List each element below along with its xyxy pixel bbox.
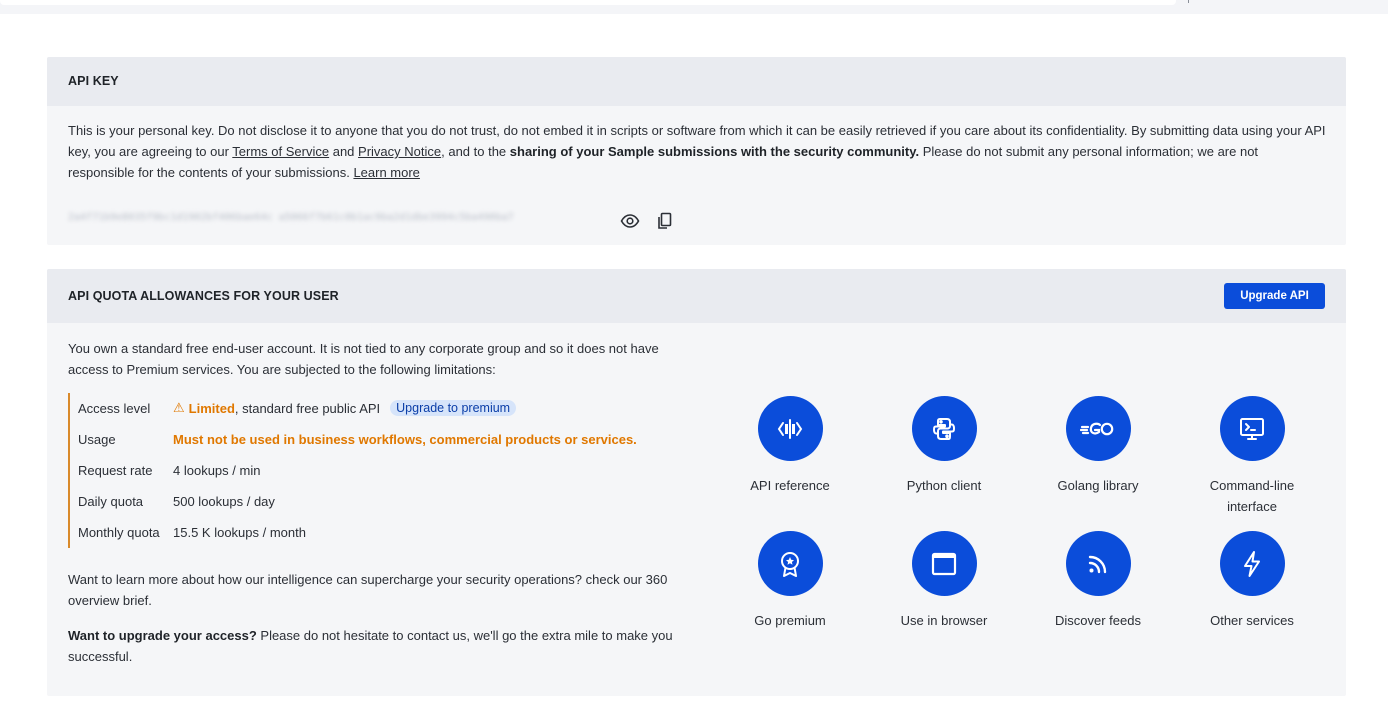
masked-api-key[interactable]: 2a4f71b9e8035f9bc1d1902bf406bae64c a5066… — [68, 212, 514, 223]
limit-label: Usage — [78, 431, 116, 447]
api-key-desc-text: and — [329, 144, 359, 159]
api-key-row: 2a4f71b9e8035f9bc1d1902bf406bae64c a5066… — [68, 210, 688, 232]
api-reference-icon — [757, 396, 823, 461]
rss-feed-icon — [1065, 531, 1131, 596]
top-bar-input — [0, 0, 1176, 5]
limit-row-monthly-quota: Monthly quota 15.5 K lookups / month — [78, 522, 306, 542]
tile-command-line-interface[interactable]: Command-line interface — [1177, 396, 1327, 517]
api-quota-card-header: API QUOTA ALLOWANCES FOR YOUR USER Upgra… — [47, 269, 1346, 323]
tile-label: API reference — [750, 478, 830, 493]
copy-icon[interactable] — [654, 210, 676, 232]
tile-label: Other services — [1210, 613, 1294, 628]
tile-python-client[interactable]: Python client — [869, 396, 1019, 496]
tile-other-services[interactable]: Other services — [1177, 531, 1327, 631]
limit-label: Request rate — [78, 462, 153, 478]
upgrade-access-text: Want to upgrade your access? Please do n… — [68, 625, 680, 667]
limits-list: Access level ⚠ Limited , standard free p… — [68, 393, 670, 548]
monthly-quota-value: 15.5 K lookups / month — [173, 524, 306, 540]
api-key-card-header: API KEY — [47, 57, 1346, 106]
upgrade-api-button[interactable]: Upgrade API — [1224, 283, 1325, 309]
python-icon — [911, 396, 977, 461]
learn-more-text: Want to learn more about how our intelli… — [68, 572, 668, 608]
top-bar-divider — [1188, 0, 1189, 3]
terminal-icon — [1219, 396, 1285, 461]
tile-label: Go premium — [754, 613, 826, 628]
daily-quota-value: 500 lookups / day — [173, 493, 275, 509]
quota-intro-text: You own a standard free end-user account… — [68, 341, 659, 377]
request-rate-value: 4 lookups / min — [173, 462, 261, 478]
tile-discover-feeds[interactable]: Discover feeds — [1023, 531, 1173, 631]
limit-row-request-rate: Request rate 4 lookups / min — [78, 460, 260, 480]
browser-window-icon — [911, 531, 977, 596]
learn-more-link[interactable]: Learn more — [353, 165, 419, 180]
limited-text: Limited — [188, 400, 235, 416]
upgrade-access-bold: Want to upgrade your access? — [68, 628, 257, 643]
api-quota-card: API QUOTA ALLOWANCES FOR YOUR USER Upgra… — [47, 269, 1346, 696]
lightning-icon — [1219, 531, 1285, 596]
limit-row-usage: Usage Must not be used in business workf… — [78, 429, 637, 449]
eye-icon[interactable] — [619, 210, 641, 232]
tile-label: Python client — [906, 478, 982, 493]
terms-of-service-link[interactable]: Terms of Service — [232, 144, 329, 159]
golang-icon — [1065, 396, 1131, 461]
api-key-desc-text: , and to the — [441, 144, 510, 159]
limit-label: Monthly quota — [78, 524, 160, 540]
api-key-title: API KEY — [68, 74, 119, 88]
award-icon — [757, 531, 823, 596]
tile-label: Discover feeds — [1055, 613, 1141, 628]
privacy-notice-link[interactable]: Privacy Notice — [358, 144, 441, 159]
upgrade-to-premium-pill[interactable]: Upgrade to premium — [390, 400, 517, 416]
tile-use-in-browser[interactable]: Use in browser — [869, 531, 1019, 631]
tile-label: Golang library — [1057, 478, 1139, 493]
tile-golang-library[interactable]: Golang library — [1023, 396, 1173, 496]
limit-row-daily-quota: Daily quota 500 lookups / day — [78, 491, 275, 511]
tile-label: Command-line interface — [1209, 478, 1295, 514]
tile-label: Use in browser — [900, 613, 988, 628]
tile-api-reference[interactable]: API reference — [715, 396, 865, 496]
limit-row-access-level: Access level ⚠ Limited , standard free p… — [78, 398, 517, 418]
usage-value: Must not be used in business workflows, … — [173, 431, 637, 447]
limit-label: Daily quota — [78, 493, 144, 509]
access-level-text: , standard free public API — [234, 400, 381, 416]
limit-label: Access level — [78, 400, 151, 416]
api-quota-title: API QUOTA ALLOWANCES FOR YOUR USER — [68, 289, 339, 303]
api-key-description: This is your personal key. Do not disclo… — [68, 120, 1328, 183]
tile-go-premium[interactable]: Go premium — [715, 531, 865, 631]
api-key-desc-bold: sharing of your Sample submissions with … — [509, 144, 920, 159]
top-bar — [0, 0, 1388, 14]
api-key-card: API KEY This is your personal key. Do no… — [47, 57, 1346, 245]
warning-icon: ⚠ — [173, 400, 185, 415]
